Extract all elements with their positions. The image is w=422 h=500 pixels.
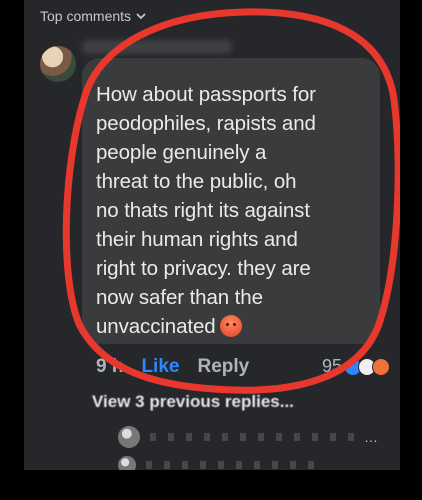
comment-actions: 9 h Like Reply xyxy=(96,356,249,378)
comment-body: How about passports for peodophiles, rap… xyxy=(96,83,316,338)
reply-text-redacted-2 xyxy=(146,461,318,469)
comment-text: How about passports for peodophiles, rap… xyxy=(96,80,380,341)
author-name-redacted xyxy=(82,40,232,54)
reply-text-redacted xyxy=(150,433,354,441)
reply-preview-2[interactable] xyxy=(118,456,318,470)
angry-emoji-icon xyxy=(219,315,242,337)
view-previous-replies-link[interactable]: View 3 previous replies... xyxy=(92,392,294,412)
avatar[interactable] xyxy=(40,46,76,82)
angry-reaction-icon xyxy=(372,357,391,376)
reply-avatar xyxy=(118,426,140,448)
reply-button[interactable]: Reply xyxy=(197,356,249,378)
sort-label: Top comments xyxy=(40,8,132,24)
comment-time: 9 h xyxy=(96,356,124,377)
reply-avatar-2 xyxy=(118,456,136,470)
like-button[interactable]: Like xyxy=(141,356,179,378)
reaction-count: 95 xyxy=(322,356,343,376)
chevron-down-icon xyxy=(136,13,146,20)
reaction-summary[interactable]: 95 xyxy=(322,356,391,377)
comment-screen: Top comments How about passports for peo… xyxy=(24,0,400,470)
more-icon: … xyxy=(364,429,378,445)
sort-dropdown[interactable]: Top comments xyxy=(40,8,146,24)
reply-preview[interactable]: … xyxy=(118,426,378,448)
